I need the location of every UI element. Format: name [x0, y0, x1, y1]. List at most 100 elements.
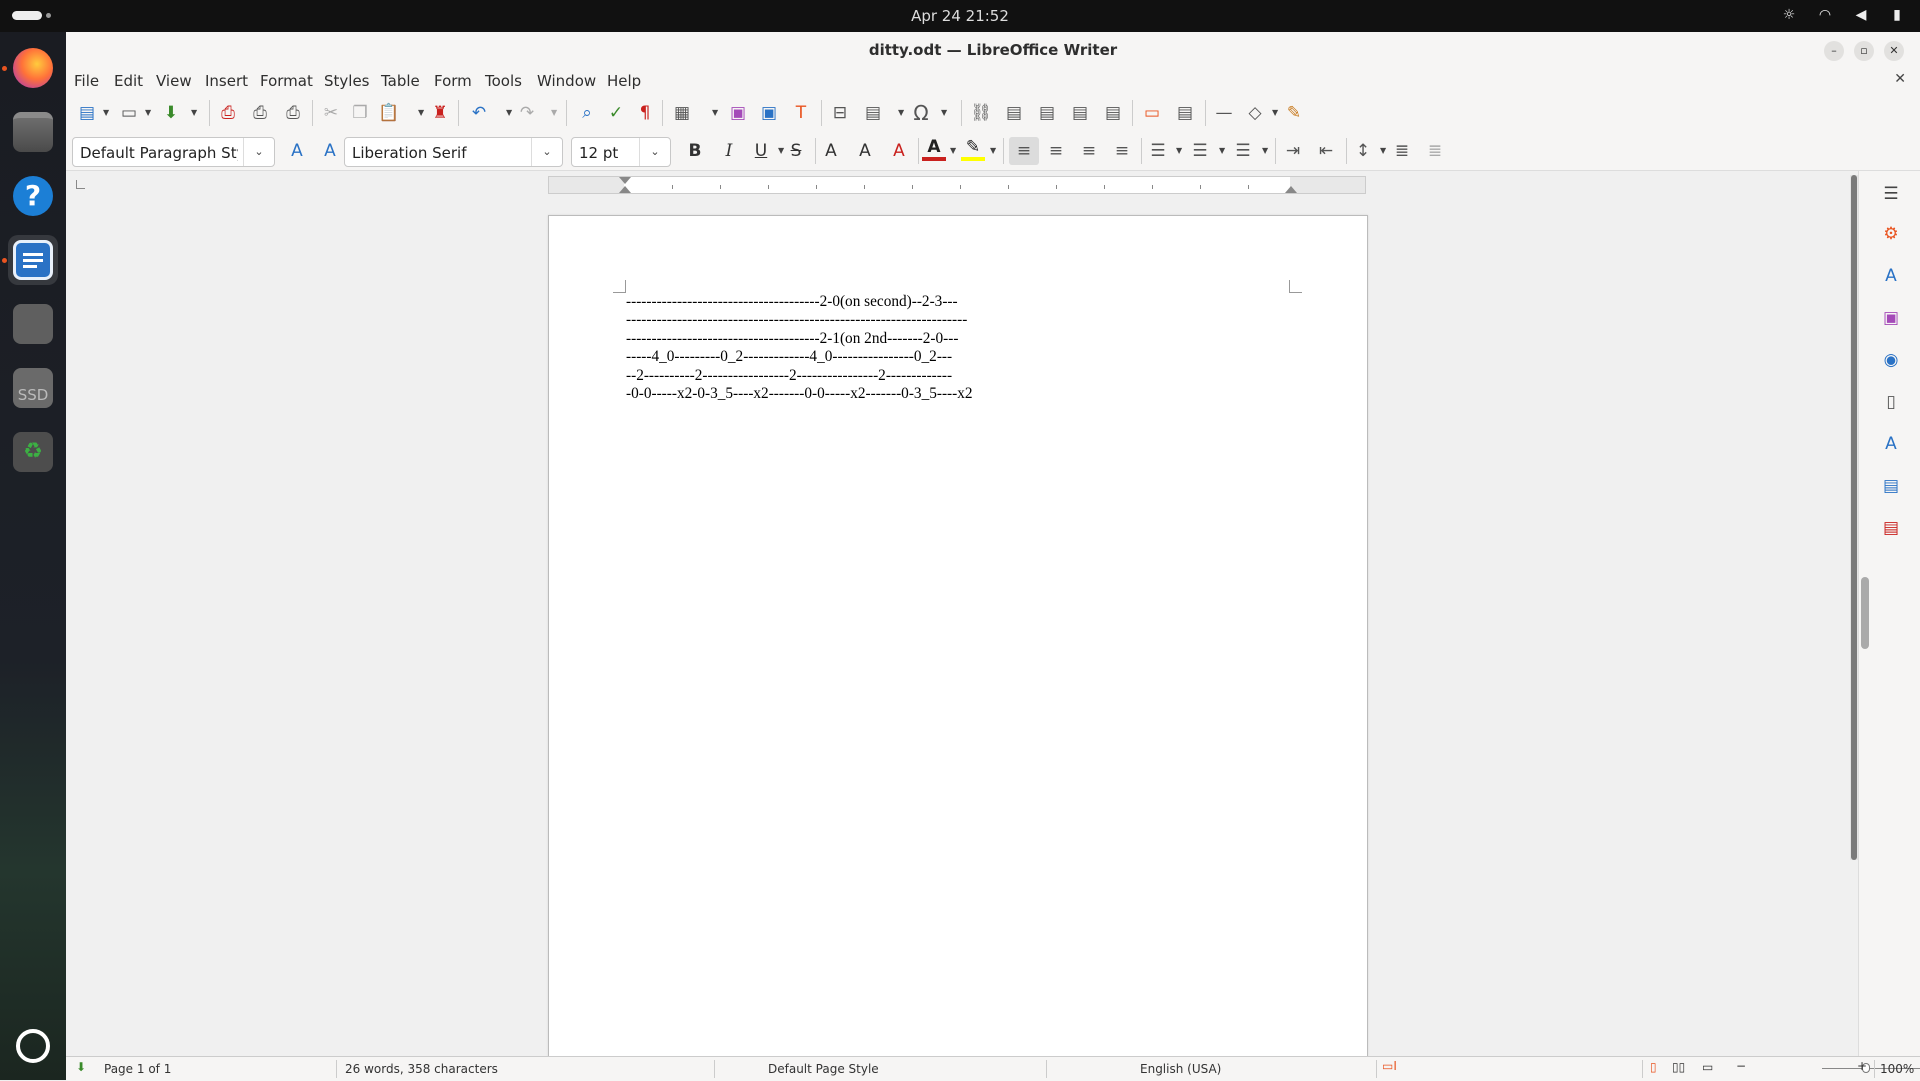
increase-paragraph-spacing-icon[interactable]: ≣ — [1390, 139, 1414, 163]
text-editor-launcher[interactable] — [8, 299, 58, 349]
print-icon[interactable]: ⎙ — [248, 101, 272, 125]
insert-textbox-icon[interactable]: T — [789, 101, 813, 125]
ssd-drive-launcher[interactable]: SSD — [8, 363, 58, 413]
strikethrough-icon[interactable]: S — [784, 139, 808, 163]
menu-view[interactable]: View — [156, 72, 192, 90]
undo-icon[interactable]: ↶ — [467, 101, 491, 125]
new-document-icon[interactable]: ▤ — [75, 101, 99, 125]
undo-dropdown-icon[interactable]: ▼ — [506, 101, 514, 125]
line-spacing-dropdown-icon[interactable]: ▼ — [1380, 139, 1388, 163]
word-count-status[interactable]: 26 words, 358 characters — [345, 1062, 498, 1076]
cut-icon[interactable]: ✂ — [319, 101, 343, 125]
redo-dropdown-icon[interactable]: ▼ — [551, 101, 559, 125]
indent-marker[interactable] — [619, 177, 631, 184]
page-number-status[interactable]: Page 1 of 1 — [104, 1062, 171, 1076]
align-left-icon[interactable]: ≡ — [1009, 137, 1039, 165]
paragraph-style-combo[interactable]: Default Paragraph Sty ⌄ — [72, 137, 275, 167]
writer-launcher[interactable] — [8, 235, 58, 285]
help-launcher[interactable]: ? — [8, 171, 58, 221]
chevron-down-icon[interactable]: ⌄ — [531, 138, 562, 166]
book-view-icon[interactable]: ▭ — [1702, 1060, 1713, 1074]
special-character-icon[interactable]: Ω — [909, 101, 933, 125]
wifi-icon[interactable]: ◠ — [1816, 6, 1834, 24]
menu-table[interactable]: Table — [381, 72, 420, 90]
insert-line-icon[interactable]: — — [1212, 101, 1236, 125]
right-margin-marker[interactable] — [1285, 186, 1297, 193]
save-dropdown-icon[interactable]: ▼ — [191, 101, 199, 125]
redo-icon[interactable]: ↷ — [515, 101, 539, 125]
clock[interactable]: Apr 24 21:52 — [0, 7, 1920, 25]
align-right-icon[interactable]: ≡ — [1077, 139, 1101, 163]
manage-changes-icon[interactable]: ▤ — [1880, 475, 1902, 497]
outline-list-icon[interactable]: ☰ — [1231, 139, 1255, 163]
highlight-dropdown-icon[interactable]: ▼ — [990, 139, 998, 163]
save-icon[interactable]: ⬇ — [159, 101, 183, 125]
table-dropdown-icon[interactable]: ▼ — [712, 101, 720, 125]
footnote-icon[interactable]: ▤ — [1002, 101, 1026, 125]
update-style-icon[interactable]: A — [285, 139, 309, 163]
insert-mode-icon[interactable]: ▭I — [1382, 1059, 1397, 1073]
increase-indent-icon[interactable]: ⇥ — [1281, 139, 1305, 163]
line-spacing-icon[interactable]: ↕ — [1351, 139, 1375, 163]
single-page-view-icon[interactable]: ▯ — [1650, 1060, 1657, 1074]
zoom-level-status[interactable]: 100% — [1880, 1062, 1914, 1076]
menu-tools[interactable]: Tools — [485, 72, 522, 90]
menu-form[interactable]: Form — [434, 72, 472, 90]
open-folder-icon[interactable]: ▭ — [117, 101, 141, 125]
menu-styles[interactable]: Styles — [324, 72, 370, 90]
insert-table-icon[interactable]: ▦ — [670, 101, 694, 125]
formatting-marks-icon[interactable]: ¶ — [633, 101, 657, 125]
numbered-dropdown-icon[interactable]: ▼ — [1219, 139, 1227, 163]
clear-formatting-icon[interactable]: A — [887, 139, 911, 163]
files-launcher[interactable] — [8, 107, 58, 157]
multi-page-view-icon[interactable]: ▯▯ — [1672, 1060, 1685, 1074]
volume-icon[interactable]: ◀ — [1852, 6, 1870, 24]
underline-icon[interactable]: U — [749, 139, 773, 163]
font-name-value[interactable]: Liberation Serif — [352, 144, 527, 162]
sidebar-menu-icon[interactable]: ☰ — [1880, 183, 1902, 205]
numbered-list-icon[interactable]: ☰ — [1188, 139, 1212, 163]
maximize-button[interactable]: ▫ — [1854, 41, 1874, 61]
firefox-launcher[interactable] — [8, 43, 58, 93]
menu-insert[interactable]: Insert — [205, 72, 248, 90]
menu-help[interactable]: Help — [607, 72, 641, 90]
justify-icon[interactable]: ≡ — [1110, 139, 1134, 163]
left-margin-marker[interactable] — [619, 186, 631, 193]
zoom-out-icon[interactable]: − — [1736, 1059, 1746, 1073]
scrollbar-thumb[interactable] — [1851, 175, 1857, 860]
page-break-icon[interactable]: ⊟ — [828, 101, 852, 125]
endnote-icon[interactable]: ▤ — [1035, 101, 1059, 125]
zoom-in-icon[interactable]: + — [1857, 1059, 1867, 1073]
chevron-down-icon[interactable]: ⌄ — [243, 138, 274, 166]
insert-image-icon[interactable]: ▣ — [726, 101, 750, 125]
font-size-combo[interactable]: 12 pt ⌄ — [571, 137, 671, 167]
menu-window[interactable]: Window — [537, 72, 596, 90]
field-dropdown-icon[interactable]: ▼ — [898, 101, 906, 125]
clone-formatting-icon[interactable]: ♜ — [428, 101, 452, 125]
window-title-bar[interactable]: ditty.odt — LibreOffice Writer – ▫ ✕ — [66, 32, 1920, 69]
close-document-icon[interactable]: ✕ — [1894, 71, 1906, 87]
cross-reference-icon[interactable]: ▤ — [1101, 101, 1125, 125]
page-style-status[interactable]: Default Page Style — [768, 1062, 879, 1076]
properties-icon[interactable]: ⚙ — [1880, 223, 1902, 245]
copy-icon[interactable]: ❐ — [348, 101, 372, 125]
gallery-icon[interactable]: ▣ — [1880, 307, 1902, 329]
find-replace-icon[interactable]: ⌕ — [575, 101, 599, 125]
new-dropdown-icon[interactable]: ▼ — [103, 101, 111, 125]
font-color-dropdown-icon[interactable]: ▼ — [950, 139, 958, 163]
paragraph-style-value[interactable]: Default Paragraph Sty — [80, 144, 238, 162]
draw-functions-icon[interactable]: ✎ — [1282, 101, 1306, 125]
battery-icon[interactable]: ▮ — [1888, 6, 1906, 24]
bold-icon[interactable]: B — [683, 139, 707, 163]
language-status[interactable]: English (USA) — [1140, 1062, 1221, 1076]
vertical-scrollbar[interactable] — [1850, 175, 1858, 860]
basic-shapes-icon[interactable]: ◇ — [1243, 101, 1267, 125]
superscript-icon[interactable]: A — [819, 139, 843, 163]
spelling-icon[interactable]: ✓ — [604, 101, 628, 125]
page-icon[interactable]: ▯ — [1880, 391, 1902, 413]
insert-field-icon[interactable]: ▤ — [861, 101, 885, 125]
tab-stop-selector[interactable] — [76, 180, 85, 189]
sidebar-collapse-handle[interactable] — [1861, 577, 1869, 649]
paste-icon[interactable]: 📋 — [377, 101, 401, 125]
document-modified-icon[interactable]: ⬇ — [76, 1060, 86, 1074]
